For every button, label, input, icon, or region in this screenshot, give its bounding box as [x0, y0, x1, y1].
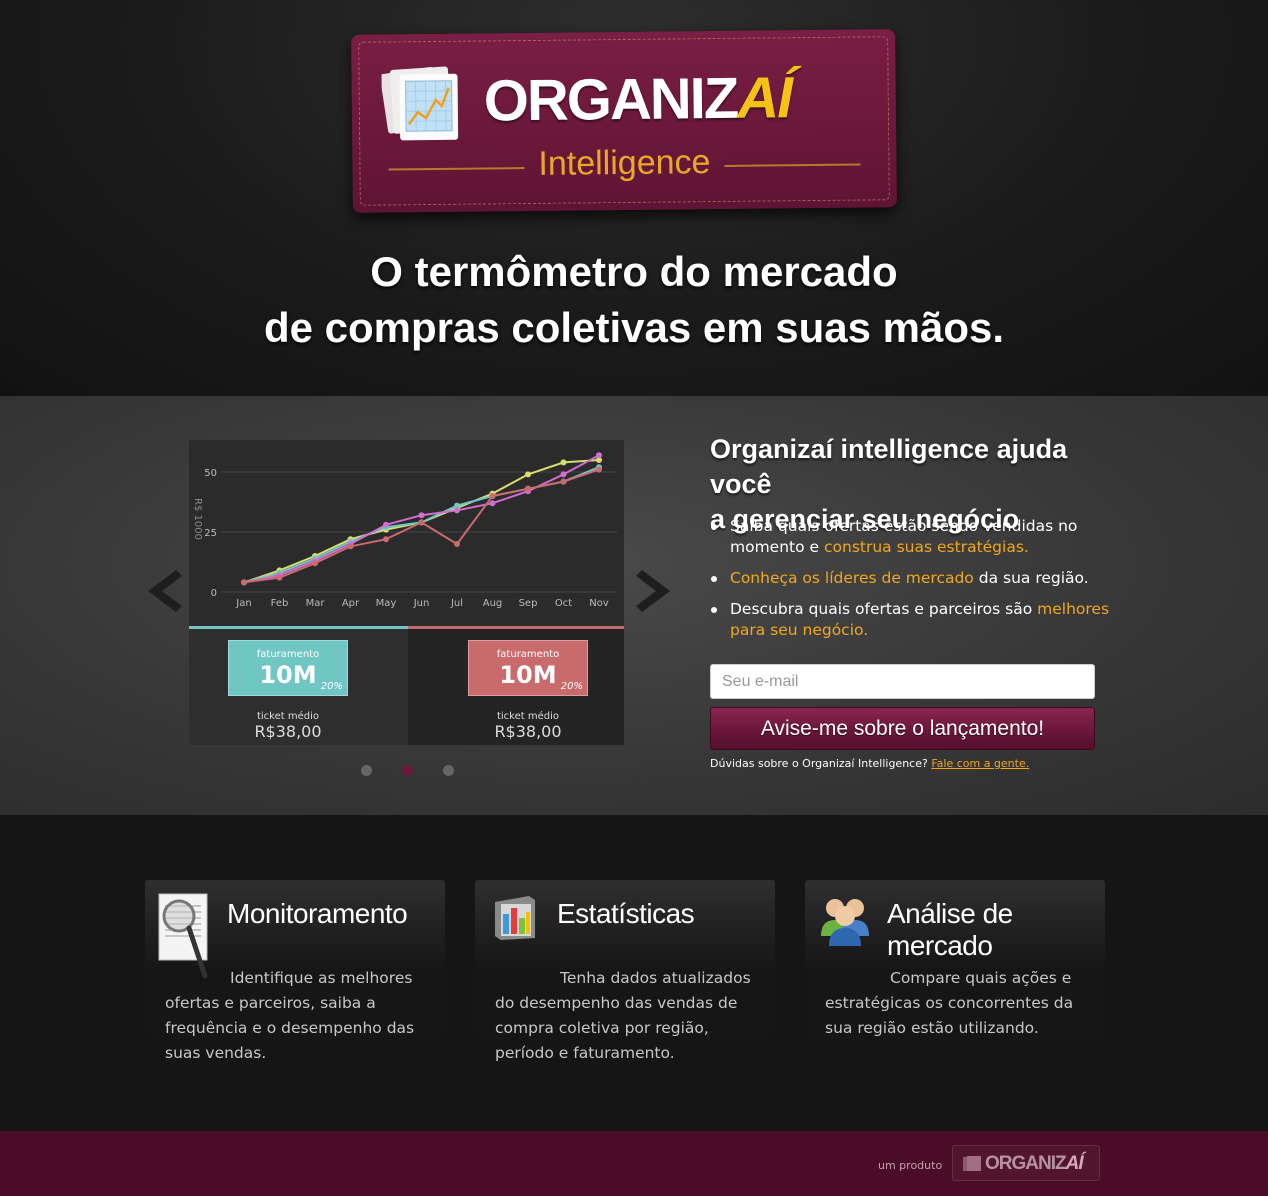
chart-x-tick-label: Jun: [413, 598, 430, 609]
logo-wordmark: ORGANIZAÍ: [483, 64, 791, 134]
chart-point: [525, 471, 531, 478]
chart-x-tick-label: Oct: [555, 598, 572, 609]
kpi-revenue-box: faturamento 10M 20%: [468, 640, 588, 696]
chart-y-tick-label: 0: [211, 588, 217, 599]
footer-logo-word: ORGANIZ: [985, 1153, 1067, 1174]
feature-card-statistics: Estatísticas Tenha dados atualizados do …: [475, 880, 775, 1080]
chart-x-tick-label: Apr: [342, 598, 360, 609]
footer-logo-icon: [963, 1156, 981, 1171]
hero-headline-line1: O termômetro do mercado: [370, 248, 898, 295]
chart-point: [489, 493, 496, 499]
footer: um produto ORGANIZAÍ: [0, 1131, 1268, 1196]
users-icon: [821, 899, 869, 946]
chart-x-tick-label: Sep: [519, 598, 538, 609]
kpi-percent: 20%: [320, 681, 343, 692]
feature-title: Análise de mercado: [887, 898, 1013, 961]
kpi-percent: 20%: [560, 681, 583, 692]
chart-point: [383, 521, 389, 528]
feature-title: Monitoramento: [227, 898, 408, 929]
chart-x-tick-label: Nov: [589, 598, 609, 609]
logo[interactable]: ORGANIZAÍ Intelligence: [351, 29, 897, 213]
footer-logo-wordmark: ORGANIZAÍ: [985, 1153, 1084, 1175]
footer-logo[interactable]: ORGANIZAÍ: [952, 1145, 1100, 1181]
benefit-item: Descubra quais ofertas e parceiros são m…: [710, 599, 1110, 641]
screenshot-slider[interactable]: 0 25 50 R$ 1000 Jan Feb Mar Apr May Jun Jul Aug Sep O…: [189, 440, 624, 745]
chart-y-axis-label: R$ 1000: [192, 498, 203, 540]
chevron-right-icon[interactable]: [636, 568, 672, 614]
header: ORGANIZAÍ Intelligence O termômetro do m…: [0, 0, 1268, 396]
hero-headline-line2: de compras coletivas em suas mãos.: [263, 304, 1005, 351]
ticket-value: R$38,00: [254, 722, 322, 741]
benefit-highlight: Conheça os líderes de mercado: [730, 569, 974, 587]
notify-launch-button[interactable]: Avise-me sobre o lançamento!: [710, 707, 1095, 750]
logo-subtitle: Intelligence: [538, 143, 711, 183]
pitch-title-line1: Organizaí intelligence ajuda você: [710, 434, 1068, 499]
slider-dot-1[interactable]: [361, 765, 372, 776]
chart-y-tick-label: 25: [204, 528, 217, 539]
benefit-item: Saiba quais ofertas estão sendo vendidas…: [710, 516, 1110, 558]
chart-point: [560, 471, 567, 478]
chart-x-tick-label: Jan: [235, 598, 251, 609]
ticket-label: ticket médio: [256, 711, 320, 722]
email-field[interactable]: [710, 664, 1095, 699]
chart-stamp-icon: [381, 66, 459, 141]
feature-description: Identifique as melhores ofertas e parcei…: [165, 969, 415, 1062]
chart-point: [312, 560, 318, 567]
chart-point: [454, 507, 460, 514]
contact-link[interactable]: Fale com a gente.: [931, 757, 1029, 770]
chart-point: [383, 536, 389, 543]
logo-word-main: ORGANIZ: [483, 65, 738, 134]
chart-point: [596, 466, 602, 473]
chart-point: [454, 541, 460, 547]
slider-dot-2[interactable]: [402, 765, 413, 776]
kpi-label: faturamento: [496, 649, 560, 660]
chart-point: [560, 459, 567, 466]
kpi-label: faturamento: [256, 649, 320, 660]
benefit-after: da sua região.: [973, 569, 1089, 587]
feature-description: Tenha dados atualizados do desempenho da…: [495, 969, 751, 1062]
footer-by-text: um produto: [878, 1159, 943, 1172]
chart-x-tick-label: Jul: [450, 598, 463, 609]
feature-card-monitoring: Monitoramento Identifique as melhores of…: [145, 880, 445, 1080]
chart-x-tick-label: Aug: [483, 598, 503, 609]
benefit-text: Descubra quais ofertas e parceiros são: [730, 600, 1038, 618]
feature-card-market-analysis: Análise de mercado Compare quais ações e…: [805, 880, 1105, 1080]
chart-point: [596, 452, 602, 459]
benefit-item: Conheça os líderes de mercado da sua reg…: [710, 568, 1110, 589]
chart-point: [560, 478, 567, 485]
kpi-column-right: faturamento 10M 20% ticket médio R$38,00: [408, 629, 624, 745]
benefits-list: Saiba quais ofertas estão sendo vendidas…: [710, 516, 1110, 651]
chevron-left-icon[interactable]: [146, 568, 182, 614]
hero-headline: O termômetro do mercado de compras colet…: [0, 244, 1268, 356]
ticket-value: R$38,00: [494, 722, 562, 741]
bar-chart-icon: [495, 896, 535, 940]
ticket-label: ticket médio: [496, 711, 560, 722]
chart-point: [418, 519, 425, 526]
chart-x-tick-label: Mar: [306, 598, 326, 609]
chart-point: [241, 579, 247, 586]
chart-point: [489, 500, 496, 507]
line-chart: 0 25 50 R$ 1000 Jan Feb Mar Apr May Jun Jul Aug Sep O…: [189, 440, 624, 628]
footer-logo-accent: AÍ: [1065, 1153, 1084, 1174]
chart-point: [347, 543, 354, 550]
chart-point: [276, 574, 283, 581]
chart-y-tick-label: 50: [204, 468, 217, 479]
line-chart-svg: 0 25 50 R$ 1000 Jan Feb Mar Apr May Jun Jul Aug Sep O…: [192, 452, 617, 609]
feature-description: Compare quais ações e estratégicas os co…: [825, 969, 1074, 1037]
feature-title: Estatísticas: [557, 898, 695, 929]
benefit-highlight: construa suas estratégias.: [824, 538, 1029, 556]
chart-x-tick-label: Feb: [271, 598, 289, 609]
logo-word-accent: AÍ: [736, 65, 792, 131]
help-text: Dúvidas sobre o Organizaí Intelligence? …: [710, 757, 1029, 770]
chart-point: [525, 485, 531, 492]
chart-point: [418, 512, 425, 519]
chart-x-tick-label: May: [376, 598, 397, 609]
kpi-revenue-box: faturamento 10M 20%: [228, 640, 348, 696]
kpi-column-left: faturamento 10M 20% ticket médio R$38,00: [189, 629, 408, 745]
help-question: Dúvidas sobre o Organizaí Intelligence?: [710, 757, 932, 770]
slider-dot-3[interactable]: [443, 765, 454, 776]
